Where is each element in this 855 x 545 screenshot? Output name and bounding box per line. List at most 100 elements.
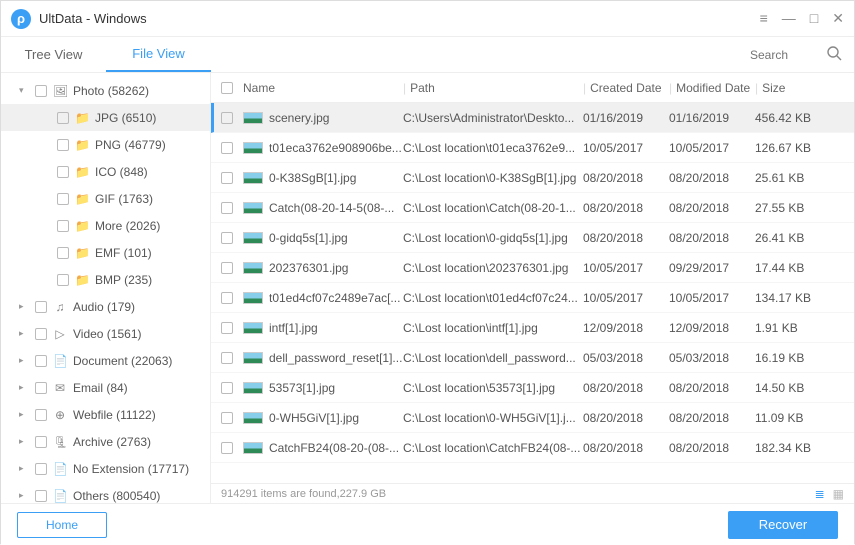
tree-label: ICO (848) bbox=[95, 165, 148, 179]
minimize-icon[interactable]: — bbox=[782, 10, 796, 27]
modified-date: 05/03/2018 bbox=[669, 351, 755, 365]
search-wrap bbox=[750, 45, 854, 65]
tree-label: PNG (46779) bbox=[95, 138, 166, 152]
tree-checkbox[interactable] bbox=[57, 193, 69, 205]
sidebar-item[interactable]: ▸▷Video (1561) bbox=[1, 320, 210, 347]
sidebar-item[interactable]: 📁More (2026) bbox=[1, 212, 210, 239]
search-input[interactable] bbox=[750, 48, 820, 62]
table-row[interactable]: 53573[1].jpg C:\Lost location\53573[1].j… bbox=[211, 373, 854, 403]
sidebar-item[interactable]: 📁EMF (101) bbox=[1, 239, 210, 266]
file-path: C:\Lost location\53573[1].jpg bbox=[403, 381, 583, 395]
list-view-icon[interactable]: ≣ bbox=[815, 487, 825, 501]
file-name: scenery.jpg bbox=[269, 111, 329, 125]
sidebar-item[interactable]: ▸📄Others (800540) bbox=[1, 482, 210, 503]
tree-checkbox[interactable] bbox=[35, 301, 47, 313]
file-path: C:\Lost location\202376301.jpg bbox=[403, 261, 583, 275]
tree-checkbox[interactable] bbox=[35, 382, 47, 394]
table-row[interactable]: 0-gidq5s[1].jpg C:\Lost location\0-gidq5… bbox=[211, 223, 854, 253]
grid-view-icon[interactable]: ▦ bbox=[833, 487, 844, 501]
row-checkbox[interactable] bbox=[221, 112, 233, 124]
sidebar-item[interactable]: ▸📄No Extension (17717) bbox=[1, 455, 210, 482]
search-icon[interactable] bbox=[826, 45, 842, 65]
tree-checkbox[interactable] bbox=[35, 490, 47, 502]
table-row[interactable]: Catch(08-20-14-5(08-... C:\Lost location… bbox=[211, 193, 854, 223]
row-checkbox[interactable] bbox=[221, 202, 233, 214]
sidebar-item[interactable]: ▸✉Email (84) bbox=[1, 374, 210, 401]
sidebar-item[interactable]: ▸⊕Webfile (11122) bbox=[1, 401, 210, 428]
table-row[interactable]: dell_password_reset[1]... C:\Lost locati… bbox=[211, 343, 854, 373]
sidebar-item[interactable]: ▸♫Audio (179) bbox=[1, 293, 210, 320]
row-checkbox[interactable] bbox=[221, 172, 233, 184]
tree-type-icon: 📁 bbox=[75, 219, 89, 233]
row-checkbox[interactable] bbox=[221, 292, 233, 304]
tree-label: Photo (58262) bbox=[73, 84, 149, 98]
table-row[interactable]: 0-K38SgB[1].jpg C:\Lost location\0-K38Sg… bbox=[211, 163, 854, 193]
home-button[interactable]: Home bbox=[17, 512, 107, 538]
table-row[interactable]: t01ed4cf07c2489e7ac[... C:\Lost location… bbox=[211, 283, 854, 313]
title-bar: ρ UltData - Windows ≡ — □ ✕ bbox=[1, 1, 854, 37]
row-checkbox[interactable] bbox=[221, 442, 233, 454]
file-size: 14.50 KB bbox=[755, 381, 825, 395]
col-path[interactable]: Path bbox=[410, 81, 435, 95]
table-row[interactable]: CatchFB24(08-20-(08-... C:\Lost location… bbox=[211, 433, 854, 463]
sidebar-item[interactable]: ▾🖼Photo (58262) bbox=[1, 77, 210, 104]
file-path: C:\Lost location\CatchFB24(08-... bbox=[403, 441, 583, 455]
col-modified[interactable]: Modified Date bbox=[676, 81, 750, 95]
close-icon[interactable]: ✕ bbox=[832, 10, 844, 27]
sidebar-item[interactable]: ▸🗜Archive (2763) bbox=[1, 428, 210, 455]
sidebar-item[interactable]: 📁BMP (235) bbox=[1, 266, 210, 293]
select-all-checkbox[interactable] bbox=[221, 82, 233, 94]
file-icon bbox=[243, 322, 263, 334]
table-row[interactable]: t01eca3762e908906be... C:\Lost location\… bbox=[211, 133, 854, 163]
row-checkbox[interactable] bbox=[221, 322, 233, 334]
col-name[interactable]: Name bbox=[243, 81, 403, 95]
file-path: C:\Lost location\dell_password... bbox=[403, 351, 583, 365]
row-checkbox[interactable] bbox=[221, 262, 233, 274]
file-name: 0-K38SgB[1].jpg bbox=[269, 171, 356, 185]
tree-checkbox[interactable] bbox=[35, 409, 47, 421]
row-checkbox[interactable] bbox=[221, 232, 233, 244]
tree-checkbox[interactable] bbox=[57, 274, 69, 286]
row-checkbox[interactable] bbox=[221, 352, 233, 364]
tree-type-icon: 📁 bbox=[75, 138, 89, 152]
row-checkbox[interactable] bbox=[221, 142, 233, 154]
row-checkbox[interactable] bbox=[221, 412, 233, 424]
row-checkbox[interactable] bbox=[221, 382, 233, 394]
table-row[interactable]: 0-WH5GiV[1].jpg C:\Lost location\0-WH5Gi… bbox=[211, 403, 854, 433]
file-icon bbox=[243, 142, 263, 154]
table-row[interactable]: 202376301.jpg C:\Lost location\202376301… bbox=[211, 253, 854, 283]
file-size: 182.34 KB bbox=[755, 441, 825, 455]
tree-checkbox[interactable] bbox=[35, 328, 47, 340]
tree-checkbox[interactable] bbox=[57, 247, 69, 259]
tree-checkbox[interactable] bbox=[57, 112, 69, 124]
status-text: 914291 items are found,227.9 GB bbox=[221, 488, 386, 500]
maximize-icon[interactable]: □ bbox=[810, 10, 818, 27]
sidebar-item[interactable]: ▸📄Document (22063) bbox=[1, 347, 210, 374]
tree-checkbox[interactable] bbox=[57, 220, 69, 232]
tab-file-view[interactable]: File View bbox=[106, 37, 211, 72]
tree-type-icon: 📁 bbox=[75, 165, 89, 179]
sidebar-item[interactable]: 📁 ICO (848) bbox=[1, 158, 210, 185]
recover-button[interactable]: Recover bbox=[728, 511, 838, 539]
tree-checkbox[interactable] bbox=[35, 355, 47, 367]
tree-checkbox[interactable] bbox=[57, 166, 69, 178]
col-size[interactable]: Size bbox=[762, 81, 785, 95]
tree-checkbox[interactable] bbox=[35, 463, 47, 475]
created-date: 10/05/2017 bbox=[583, 141, 669, 155]
table-row[interactable]: scenery.jpg C:\Users\Administrator\Deskt… bbox=[211, 103, 854, 133]
tree-checkbox[interactable] bbox=[57, 139, 69, 151]
tree-checkbox[interactable] bbox=[35, 85, 47, 97]
created-date: 12/09/2018 bbox=[583, 321, 669, 335]
menu-icon[interactable]: ≡ bbox=[760, 10, 768, 27]
modified-date: 10/05/2017 bbox=[669, 291, 755, 305]
file-path: C:\Lost location\0-gidq5s[1].jpg bbox=[403, 231, 583, 245]
sidebar-item[interactable]: 📁GIF (1763) bbox=[1, 185, 210, 212]
tree-checkbox[interactable] bbox=[35, 436, 47, 448]
table-row[interactable]: intf[1].jpg C:\Lost location\intf[1].jpg… bbox=[211, 313, 854, 343]
sidebar-item[interactable]: 📁 PNG (46779) bbox=[1, 131, 210, 158]
col-created[interactable]: Created Date bbox=[590, 81, 661, 95]
tab-tree-view[interactable]: Tree View bbox=[1, 38, 106, 71]
created-date: 08/20/2018 bbox=[583, 441, 669, 455]
modified-date: 08/20/2018 bbox=[669, 381, 755, 395]
sidebar-item[interactable]: 📁JPG (6510) bbox=[1, 104, 210, 131]
